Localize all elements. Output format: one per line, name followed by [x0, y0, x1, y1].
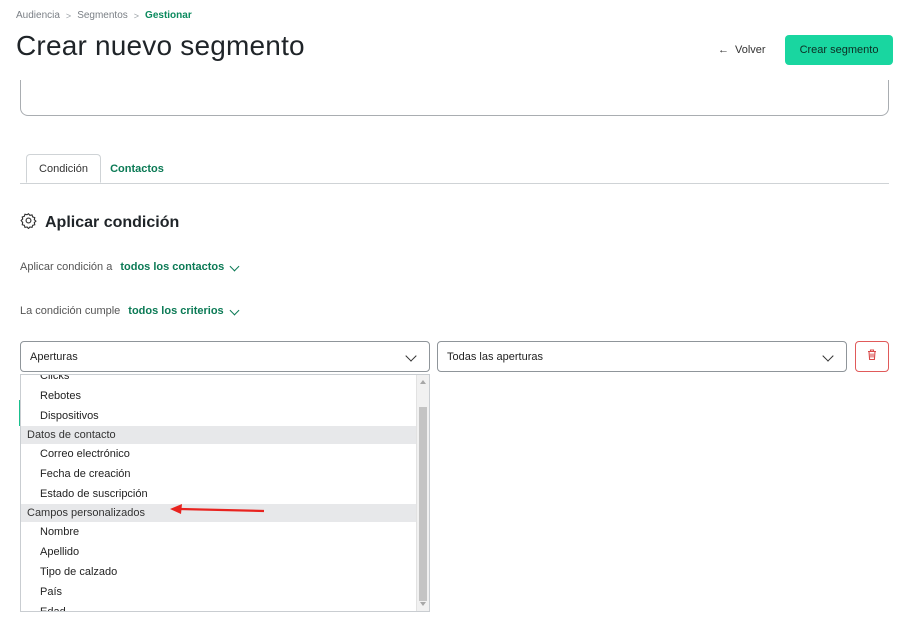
- field-dropdown-list: Clicks Rebotes Dispositivos Datos de con…: [20, 374, 430, 612]
- dropdown-option-dispositivos[interactable]: Dispositivos: [21, 406, 419, 426]
- breadcrumb-gestionar: Gestionar: [145, 10, 192, 21]
- field-select-value: Aperturas: [30, 350, 78, 363]
- arrow-left-icon: ←: [718, 44, 729, 56]
- trash-icon: [866, 348, 878, 366]
- dropdown-option-nombre[interactable]: Nombre: [21, 522, 419, 542]
- delete-condition-button[interactable]: [855, 341, 889, 372]
- dropdown-option-estado-suscripcion[interactable]: Estado de suscripción: [21, 484, 419, 504]
- scroll-up-icon[interactable]: [420, 380, 426, 384]
- apply-condition-label: Aplicar condición a: [20, 261, 113, 273]
- criteria-dropdown[interactable]: todos los criterios: [128, 305, 240, 317]
- dropdown-option-pais[interactable]: País: [21, 582, 419, 602]
- criteria-row: La condición cumple todos los criterios: [20, 305, 240, 317]
- field-select[interactable]: Aperturas: [20, 341, 430, 372]
- annotation-arrow-icon: [170, 504, 265, 514]
- page-title: Crear nuevo segmento: [16, 30, 305, 61]
- section-header: Aplicar condición: [20, 212, 179, 234]
- tab-condicion[interactable]: Condición: [26, 154, 101, 183]
- section-title: Aplicar condición: [45, 214, 180, 231]
- dropdown-option-apellido[interactable]: Apellido: [21, 542, 419, 562]
- dropdown-option-rebotes[interactable]: Rebotes: [21, 386, 419, 406]
- create-segment-button[interactable]: Crear segmento: [785, 35, 893, 65]
- chevron-down-icon: [229, 305, 240, 316]
- breadcrumb: Audiencia > Segmentos > Gestionar: [16, 10, 192, 21]
- dropdown-scrollbar[interactable]: [416, 375, 429, 611]
- tab-bar: Condición Contactos: [20, 154, 889, 184]
- back-label: Volver: [735, 44, 766, 56]
- chevron-down-icon: [405, 350, 417, 362]
- value-select[interactable]: Todas las aperturas: [437, 341, 847, 372]
- chevron-down-icon: [822, 350, 834, 362]
- gear-icon: [20, 212, 37, 234]
- apply-condition-dropdown[interactable]: todos los contactos: [120, 261, 240, 273]
- apply-condition-row: Aplicar condición a todos los contactos: [20, 261, 240, 273]
- dropdown-option-fecha-creacion[interactable]: Fecha de creación: [21, 464, 419, 484]
- dropdown-option-correo[interactable]: Correo electrónico: [21, 444, 419, 464]
- dropdown-option-tipo-calzado[interactable]: Tipo de calzado: [21, 562, 419, 582]
- segment-description-field[interactable]: [20, 80, 889, 116]
- scrollbar-thumb[interactable]: [419, 407, 427, 601]
- breadcrumb-separator-icon: >: [65, 10, 72, 21]
- breadcrumb-separator-icon: >: [133, 10, 140, 21]
- dropdown-group-datos-contacto: Datos de contacto: [21, 426, 419, 444]
- breadcrumb-audiencia[interactable]: Audiencia: [16, 10, 60, 21]
- chevron-down-icon: [229, 261, 240, 272]
- value-select-value: Todas las aperturas: [447, 350, 543, 363]
- dropdown-option-clicks[interactable]: Clicks: [21, 375, 419, 386]
- criteria-value: todos los criterios: [128, 305, 224, 317]
- criteria-label: La condición cumple: [20, 305, 121, 317]
- tab-contactos[interactable]: Contactos: [104, 154, 170, 183]
- scroll-down-icon[interactable]: [420, 602, 426, 606]
- breadcrumb-segmentos[interactable]: Segmentos: [77, 10, 128, 21]
- dropdown-option-edad[interactable]: Edad: [21, 602, 419, 611]
- back-button[interactable]: ← Volver: [718, 44, 766, 56]
- apply-condition-value: todos los contactos: [120, 261, 225, 273]
